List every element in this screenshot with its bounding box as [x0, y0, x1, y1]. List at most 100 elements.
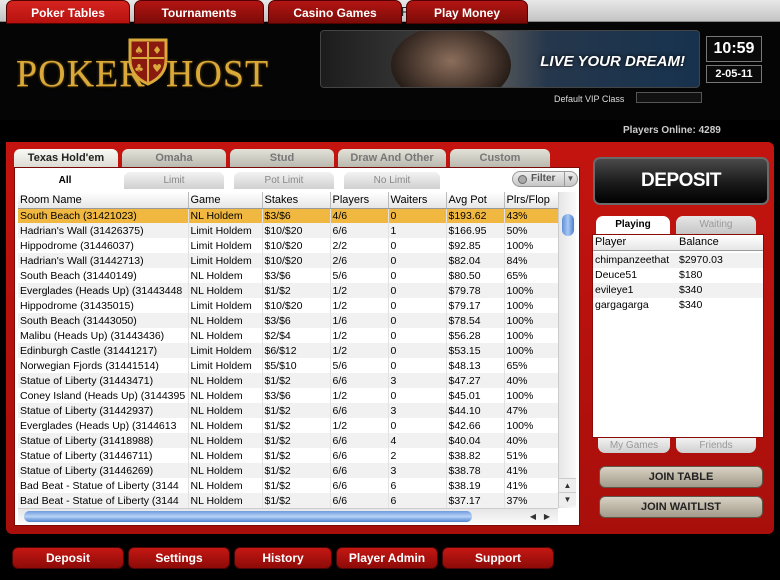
table-row[interactable]: Coney Island (Heads Up) (3144395 NL Holde… [18, 388, 558, 403]
avg-pot-cell: $37.17 [446, 493, 505, 508]
scroll-down-arrow[interactable]: ▼ [559, 492, 576, 506]
column-header-balance[interactable]: Balance [679, 236, 719, 248]
column-header-stakes[interactable]: Stakes [262, 192, 331, 209]
stakes-cell: $3/$6 [262, 208, 331, 223]
table-row[interactable]: Edinburgh Castle (31441217) Limit Holdem $… [18, 343, 558, 358]
waiters-cell: 4 [388, 433, 447, 448]
waiters-cell: 6 [388, 478, 447, 493]
table-row[interactable]: Statue of Liberty (31446711) NL Holdem $1/… [18, 448, 558, 463]
column-header-players[interactable]: Players [330, 192, 389, 209]
room-name-cell: Statue of Liberty (31446269) [18, 463, 189, 478]
filter-tab-pot-limit[interactable]: Pot Limit [234, 172, 334, 189]
plrs-flop-cell: 100% [504, 388, 558, 403]
table-row[interactable]: Bad Beat - Statue of Liberty (3144 NL Hol… [18, 478, 558, 493]
waiters-cell: 0 [388, 358, 447, 373]
avg-pot-cell: $79.78 [446, 283, 505, 298]
tab-waiting[interactable]: Waiting [676, 216, 756, 234]
scroll-right-arrow[interactable]: ▶ [540, 509, 554, 525]
room-name-cell: Everglades (Heads Up) (3144613 [18, 418, 189, 433]
nav-player-admin-button[interactable]: Player Admin [336, 547, 438, 569]
promo-banner[interactable]: LIVE YOUR DREAM! [320, 30, 700, 88]
chevron-down-icon[interactable]: ▼ [564, 172, 576, 186]
tab-friends[interactable]: Friends [676, 438, 756, 453]
tab-poker-tables[interactable]: Poker Tables [6, 0, 130, 24]
player-list: Player Balance chimpanzeethat $2970.03 Deu… [592, 234, 764, 438]
scroll-left-arrow[interactable]: ◀ [526, 509, 540, 525]
player-row[interactable]: chimpanzeethat $2970.03 [593, 253, 763, 268]
table-row[interactable]: Statue of Liberty (31418988) NL Holdem $1/… [18, 433, 558, 448]
players-cell: 6/6 [330, 493, 389, 508]
tab-stud[interactable]: Stud [230, 149, 334, 167]
tab-my-games[interactable]: My Games [598, 438, 670, 453]
tab-casino-games[interactable]: Casino Games [268, 0, 402, 24]
table-row[interactable]: Hippodrome (31446037) Limit Holdem $10/$20… [18, 238, 558, 253]
column-header-room-name[interactable]: Room Name [18, 192, 189, 209]
waiters-cell: 0 [388, 343, 447, 358]
player-row[interactable]: evileye1 $340 [593, 283, 763, 298]
stakes-cell: $3/$6 [262, 313, 331, 328]
table-row[interactable]: Hippodrome (31435015) Limit Holdem $10/$20… [18, 298, 558, 313]
filter-tab-all[interactable]: All [18, 172, 112, 189]
filter-tab-limit[interactable]: Limit [124, 172, 224, 189]
avg-pot-cell: $47.27 [446, 373, 505, 388]
tab-play-money[interactable]: Play Money [406, 0, 528, 24]
player-name: gargagarga [595, 299, 649, 311]
players-cell: 2/6 [330, 253, 389, 268]
waiters-cell: 6 [388, 493, 447, 508]
plrs-flop-cell: 43% [504, 208, 558, 223]
table-row[interactable]: Hadrian's Wall (31426375) Limit Holdem $10… [18, 223, 558, 238]
filter-button[interactable]: Filter ▼ [512, 171, 578, 187]
tab-draw-and-other[interactable]: Draw And Other [338, 149, 446, 167]
plrs-flop-cell: 100% [504, 238, 558, 253]
table-row[interactable]: Everglades (Heads Up) (31443448 NL Holdem… [18, 283, 558, 298]
waiters-cell: 0 [388, 313, 447, 328]
player-balance: $340 [679, 284, 703, 296]
column-header-avg-pot[interactable]: Avg Pot [446, 192, 505, 209]
table-row[interactable]: Hadrian's Wall (31442713) Limit Holdem $10… [18, 253, 558, 268]
svg-text:♠: ♠ [134, 44, 144, 57]
table-row[interactable]: Norwegian Fjords (31441514) Limit Holdem $… [18, 358, 558, 373]
tab-texas-holdem[interactable]: Texas Hold'em [14, 149, 118, 167]
table-row[interactable]: Statue of Liberty (31442937) NL Holdem $1/… [18, 403, 558, 418]
nav-history-button[interactable]: History [234, 547, 332, 569]
column-header-plrs-flop[interactable]: Plrs/Flop [504, 192, 558, 209]
waiters-cell: 3 [388, 373, 447, 388]
players-cell: 6/6 [330, 448, 389, 463]
table-row[interactable]: Everglades (Heads Up) (3144613 NL Holdem $… [18, 418, 558, 433]
nav-deposit-button[interactable]: Deposit [12, 547, 124, 569]
join-waitlist-button[interactable]: JOIN WAITLIST [599, 496, 763, 518]
column-header-waiters[interactable]: Waiters [388, 192, 447, 209]
table-row[interactable]: Statue of Liberty (31443471) NL Holdem $1/… [18, 373, 558, 388]
waiters-cell: 0 [388, 268, 447, 283]
nav-settings-button[interactable]: Settings [128, 547, 230, 569]
filter-tab-no-limit[interactable]: No Limit [344, 172, 440, 189]
scroll-up-arrow[interactable]: ▲ [559, 478, 576, 492]
table-row[interactable]: Bad Beat - Statue of Liberty (3144 NL Hol… [18, 493, 558, 508]
room-table-vertical-scrollbar[interactable]: ▲ ▼ [558, 192, 576, 508]
tab-custom[interactable]: Custom [450, 149, 550, 167]
player-row[interactable]: Deuce51 $180 [593, 268, 763, 283]
table-row[interactable]: South Beach (31440149) NL Holdem $3/$6 5/6 0… [18, 268, 558, 283]
plrs-flop-cell: 41% [504, 463, 558, 478]
deposit-button[interactable]: DEPOSIT [593, 157, 769, 205]
tab-omaha[interactable]: Omaha [122, 149, 226, 167]
tab-playing[interactable]: Playing [596, 216, 670, 234]
shield-icon: ♠ ♦ ♣ ♥ [128, 38, 168, 86]
join-table-button[interactable]: JOIN TABLE [599, 466, 763, 488]
column-header-player[interactable]: Player [595, 236, 626, 248]
column-header-game[interactable]: Game [188, 192, 263, 209]
table-row[interactable]: South Beach (31421023) NL Holdem $3/$6 4/6 0… [18, 208, 558, 223]
vertical-scroll-thumb[interactable] [562, 214, 574, 236]
tab-tournaments[interactable]: Tournaments [134, 0, 264, 24]
game-cell: Limit Holdem [188, 238, 263, 253]
table-row[interactable]: South Beach (31443050) NL Holdem $3/$6 1/6 0… [18, 313, 558, 328]
horizontal-scroll-thumb[interactable] [24, 511, 472, 522]
filter-label: Filter [531, 173, 556, 184]
room-table-horizontal-scrollbar[interactable]: ◀ ▶ [18, 508, 558, 524]
table-row[interactable]: Malibu (Heads Up) (31443436) NL Holdem $2/… [18, 328, 558, 343]
room-name-cell: Bad Beat - Statue of Liberty (3144 [18, 493, 189, 508]
nav-support-button[interactable]: Support [442, 547, 554, 569]
table-row[interactable]: Statue of Liberty (31446269) NL Holdem $1/… [18, 463, 558, 478]
player-row[interactable]: gargagarga $340 [593, 298, 763, 313]
players-cell: 1/2 [330, 328, 389, 343]
